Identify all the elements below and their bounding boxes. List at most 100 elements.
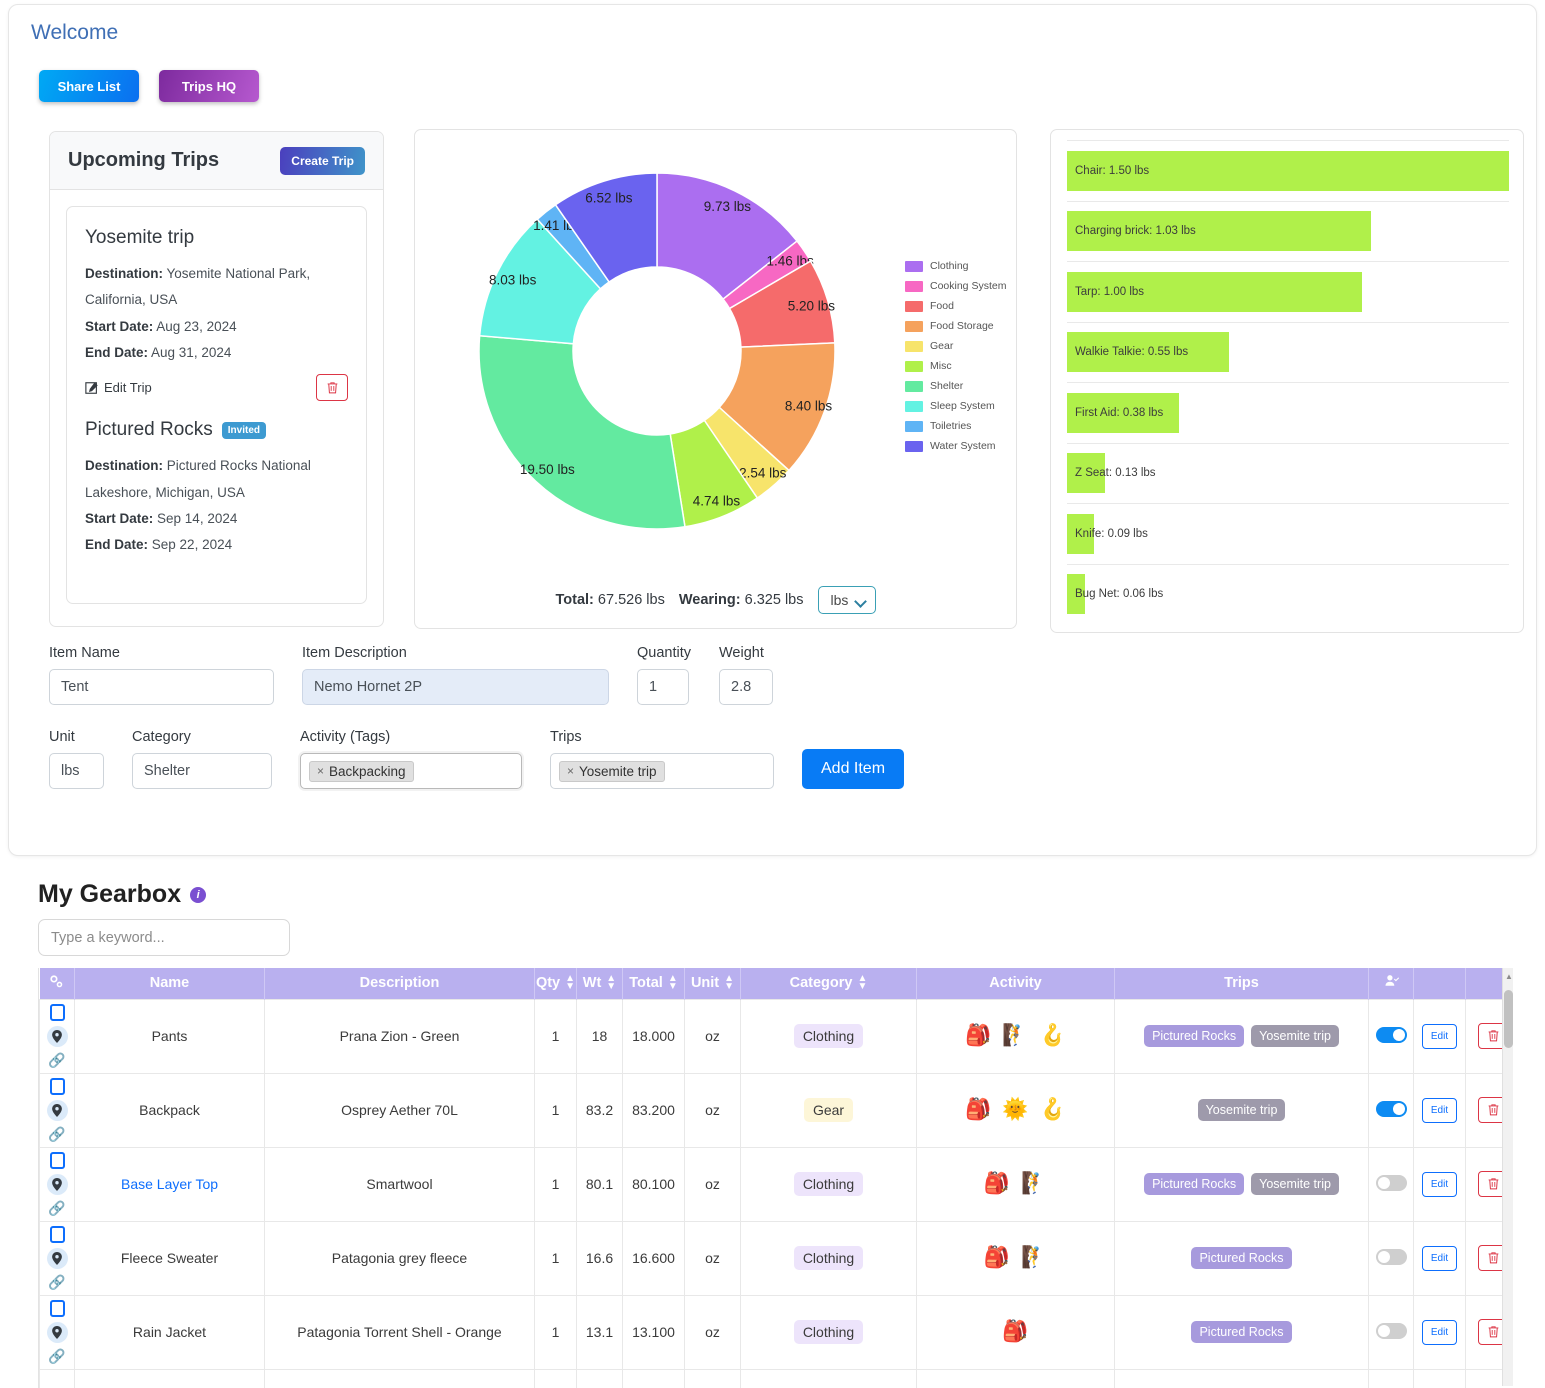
item-description-input[interactable]: [302, 669, 609, 705]
column-settings[interactable]: [39, 968, 75, 999]
link-icon[interactable]: 🔗: [48, 1126, 65, 1143]
row-checkbox[interactable]: [49, 1077, 65, 1095]
column-wt-label: Wt: [582, 975, 602, 992]
edit-trip-button[interactable]: Edit Trip: [85, 380, 152, 395]
bar-label: Chair: 1.50 lbs: [1075, 164, 1150, 177]
edit-item-button[interactable]: Edit: [1421, 1319, 1458, 1345]
column-trips[interactable]: Trips: [1114, 968, 1369, 999]
item-name-input[interactable]: [49, 669, 274, 705]
scrollbar-thumb[interactable]: [1504, 990, 1513, 1048]
share-toggle[interactable]: [1375, 1248, 1407, 1265]
column-unit[interactable]: Unit ▲ ▼: [684, 968, 741, 999]
add-item-button[interactable]: Add Item: [802, 749, 905, 789]
trip-pill[interactable]: Yosemite trip: [1251, 1025, 1339, 1047]
donut-slice-shelter[interactable]: [478, 334, 686, 530]
share-toggle[interactable]: [1375, 1322, 1407, 1339]
edit-item-button[interactable]: Edit: [1421, 1171, 1458, 1197]
activity-tag-input[interactable]: × Backpacking: [300, 753, 522, 789]
trip-pill[interactable]: Yosemite trip: [1251, 1173, 1339, 1195]
link-icon[interactable]: 🔗: [48, 1052, 65, 1069]
cell-edit: Edit: [1413, 998, 1466, 1074]
location-pin-icon[interactable]: [46, 1321, 68, 1343]
column-total[interactable]: Total ▲ ▼: [622, 968, 685, 999]
legend-item-toiletries[interactable]: Toiletries: [905, 416, 1006, 436]
unit-select-wrapper: lbs: [817, 586, 876, 614]
trip-pill[interactable]: Yosemite trip: [1197, 1099, 1286, 1121]
legend-item-clothing[interactable]: Clothing: [905, 256, 1006, 276]
link-icon[interactable]: 🔗: [48, 1348, 65, 1365]
column-name[interactable]: Name: [74, 968, 265, 999]
create-trip-button[interactable]: Create Trip: [280, 146, 365, 175]
legend-item-food-storage[interactable]: Food Storage: [905, 316, 1006, 336]
location-pin-icon[interactable]: [46, 1099, 68, 1121]
scroll-up-arrow-icon[interactable]: ▲: [1505, 972, 1513, 981]
trash-icon: [1488, 1326, 1498, 1338]
edit-item-button[interactable]: Edit: [1421, 1023, 1458, 1049]
table-vertical-scrollbar[interactable]: ▲: [1502, 968, 1513, 1386]
top-button-row: Share List Trips HQ: [39, 70, 259, 102]
delete-trip-button[interactable]: [316, 374, 348, 402]
link-icon[interactable]: 🔗: [48, 1274, 65, 1291]
row-checkbox[interactable]: [49, 1225, 65, 1243]
weight-input[interactable]: [719, 669, 773, 705]
trip-pill[interactable]: Pictured Rocks: [1191, 1247, 1292, 1269]
gearbox-search-input[interactable]: [38, 919, 290, 956]
column-activity[interactable]: Activity: [916, 968, 1115, 999]
item-name-link[interactable]: Base Layer Top: [121, 1176, 218, 1192]
legend-item-misc[interactable]: Misc: [905, 356, 1006, 376]
sort-icon[interactable]: ▲ ▼: [857, 974, 867, 992]
location-pin-icon[interactable]: [46, 1025, 68, 1047]
quantity-input[interactable]: [637, 669, 689, 705]
category-input[interactable]: [132, 753, 272, 789]
field-category: Category: [132, 729, 272, 789]
trip-pill[interactable]: Pictured Rocks: [1144, 1025, 1245, 1047]
link-icon[interactable]: 🔗: [48, 1200, 65, 1217]
info-icon[interactable]: i: [190, 886, 207, 903]
legend-item-gear[interactable]: Gear: [905, 336, 1006, 356]
edit-item-button[interactable]: Edit: [1421, 1245, 1458, 1271]
share-list-button[interactable]: Share List: [39, 70, 139, 102]
cell-wt: 16.6: [576, 1220, 623, 1296]
remove-tag-icon[interactable]: ×: [317, 764, 324, 778]
trips-hq-button[interactable]: Trips HQ: [159, 70, 259, 102]
bar-label: Tarp: 1.00 lbs: [1075, 285, 1145, 298]
unit-input[interactable]: [49, 753, 104, 789]
column-qty[interactable]: Qty ▲ ▼: [534, 968, 577, 999]
trips-tag[interactable]: × Yosemite trip: [559, 760, 665, 782]
legend-item-sleep-system[interactable]: Sleep System: [905, 396, 1006, 416]
add-item-form: Item Name Item Description Quantity Weig…: [49, 645, 1516, 789]
legend-item-water-system[interactable]: Water System: [905, 436, 1006, 456]
sort-icon[interactable]: ▲ ▼: [565, 974, 575, 992]
share-toggle[interactable]: [1375, 1026, 1407, 1043]
row-checkbox[interactable]: [49, 1151, 65, 1169]
row-controls-cell: 🔗: [39, 998, 75, 1074]
location-pin-icon[interactable]: [46, 1173, 68, 1195]
column-wt[interactable]: Wt ▲ ▼: [576, 968, 623, 999]
column-category[interactable]: Category ▲ ▼: [740, 968, 917, 999]
legend-item-shelter[interactable]: Shelter: [905, 376, 1006, 396]
sort-icon[interactable]: ▲ ▼: [606, 974, 616, 992]
column-share[interactable]: [1368, 968, 1414, 999]
trip-pill[interactable]: Pictured Rocks: [1144, 1173, 1245, 1195]
legend-item-cooking-system[interactable]: Cooking System: [905, 276, 1006, 296]
cell-description: Patagonia grey fleece: [264, 1220, 535, 1296]
trips-tag-input[interactable]: × Yosemite trip: [550, 753, 774, 789]
sort-icon[interactable]: ▲ ▼: [668, 974, 678, 992]
legend-item-food[interactable]: Food: [905, 296, 1006, 316]
location-pin-icon[interactable]: [46, 1247, 68, 1269]
sort-icon[interactable]: ▲ ▼: [724, 974, 734, 992]
column-description[interactable]: Description: [264, 968, 535, 999]
cell-name[interactable]: Base Layer Top: [74, 1146, 265, 1222]
remove-tag-icon[interactable]: ×: [567, 764, 574, 778]
row-controls-cell: 🔗: [39, 1072, 75, 1148]
activity-tag[interactable]: × Backpacking: [309, 760, 414, 782]
row-checkbox[interactable]: [49, 1003, 65, 1021]
legend-swatch: [905, 280, 923, 292]
row-checkbox[interactable]: [49, 1299, 65, 1317]
unit-select[interactable]: lbs: [817, 586, 876, 614]
edit-item-button[interactable]: Edit: [1421, 1097, 1458, 1123]
share-toggle[interactable]: [1375, 1174, 1407, 1191]
share-toggle[interactable]: [1375, 1100, 1407, 1117]
trip-pill[interactable]: Pictured Rocks: [1191, 1321, 1292, 1343]
bar-row: First Aid: 0.38 lbs: [1067, 382, 1509, 443]
